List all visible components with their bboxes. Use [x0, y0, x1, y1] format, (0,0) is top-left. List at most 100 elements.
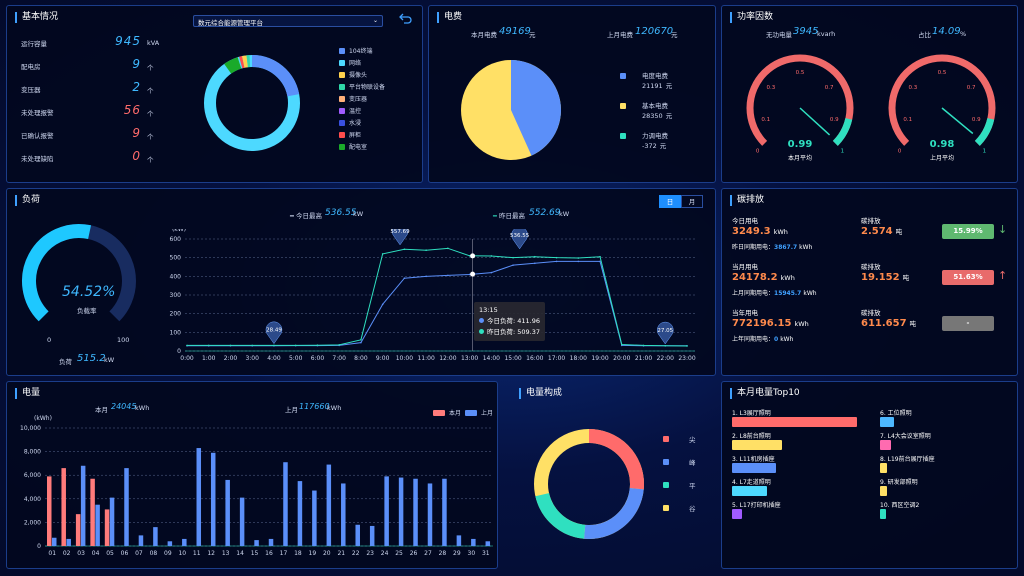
load-point — [447, 274, 449, 277]
top10-item-bar — [732, 463, 776, 473]
comp-legend-swatch — [663, 459, 669, 465]
comp-legend-swatch — [663, 482, 669, 488]
tab-day[interactable]: 日 — [659, 195, 681, 208]
energy-x-tick: 25 — [395, 550, 403, 557]
energy-bar — [341, 483, 346, 546]
top10-item-label: 1. L3展厅照明 — [732, 410, 771, 417]
trend-arrow-icon: ↑ — [998, 269, 1008, 282]
load-point — [316, 344, 319, 347]
today-max-unit: kW — [353, 210, 364, 218]
top10-item-label: 10. 西区空调2 — [880, 502, 920, 509]
carbon-emission-label: 碳排放 — [861, 309, 881, 317]
today-max-label: ━ 今日最高 — [290, 212, 322, 220]
energy-bar — [442, 478, 447, 546]
top10-item-label: 7. L4大会议室照明 — [880, 433, 931, 440]
carbon-change-badge: 15.99% — [942, 224, 994, 239]
load-point — [577, 257, 580, 259]
energy-y-tick: 0 — [37, 543, 41, 550]
top10-item-label: 5. L17打印机插座 — [732, 502, 781, 509]
energy-bar — [485, 541, 491, 546]
load-x-tick: 15:00 — [504, 355, 521, 362]
load-pin: 557.69 — [390, 229, 410, 246]
energy-x-tick: 22 — [352, 550, 360, 557]
carbon-usage-value: 3249.3 kWh — [732, 226, 788, 237]
energy-x-tick: 06 — [121, 550, 129, 557]
carbon-usage-label: 当月用电 — [732, 263, 758, 271]
carbon-usage-label: 当年用电 — [732, 309, 758, 317]
ratio-value: 14.09 — [932, 26, 961, 37]
energy-x-tick: 28 — [439, 550, 447, 557]
load-gauge-fill — [22, 224, 92, 322]
top10-item-bar — [732, 417, 857, 427]
top10-title: 本月电量Top10 — [730, 388, 800, 399]
energy-y-tick: 6,000 — [24, 472, 41, 479]
energy-x-tick: 23 — [366, 550, 374, 557]
load-tooltip: 13:15 今日负荷: 411.96 昨日负荷: 509.37 — [474, 302, 545, 341]
pf-tick-label: 0.7 — [825, 85, 834, 91]
load-line-chart: (kW) 0 100 200 300 400 500 600 0:00 1:00 2:00 3:00 4… — [170, 229, 696, 362]
stat-value: 0 — [132, 149, 141, 163]
energy-x-tick: 24 — [381, 550, 389, 557]
load-x-tick: 0:00 — [180, 355, 194, 362]
tab-month[interactable]: 月 — [681, 195, 703, 208]
stat-value: 2 — [132, 80, 141, 94]
top10-item-bar — [880, 417, 895, 427]
carbon-usage-label: 今日用电 — [732, 217, 758, 225]
energy-x-tick: 21 — [337, 550, 345, 557]
legend-item: 摄像头 — [339, 70, 367, 79]
energy-bar — [182, 538, 187, 546]
load-x-tick: 9:00 — [376, 355, 390, 362]
energy-bar — [369, 525, 375, 546]
energy-bar — [427, 483, 433, 546]
comp-legend-label: 尖 — [689, 436, 696, 444]
load-x-tick: 23:00 — [678, 355, 695, 362]
comp-panel: 电量构成 尖峰平谷 — [510, 381, 716, 569]
load-y-tick: 600 — [170, 236, 182, 243]
legend-swatch — [339, 72, 345, 78]
energy-x-tick: 19 — [309, 550, 317, 557]
top10-item-bar — [880, 440, 891, 450]
pf-title: 功率因数 — [730, 12, 773, 23]
comp-legend-swatch — [663, 436, 669, 442]
fee-item-name: 基本电费 — [642, 102, 668, 110]
load-x-tick: 21:00 — [635, 355, 652, 362]
load-pin: 536.55 — [510, 229, 530, 250]
load-x-tick: 22:00 — [657, 355, 674, 362]
pf-tick-label: 1 — [841, 148, 845, 154]
load-pin-label: 557.69 — [390, 229, 410, 235]
basic-panel: 基本情况 数元综合能源管理平台 ⌄ 运行容量 945 kVA 配电房 9 个变压器 2 个未处理… — [6, 5, 423, 183]
stat-unit: 个 — [147, 133, 154, 141]
reactive-label: 无功电量 — [766, 31, 792, 39]
back-icon[interactable] — [398, 13, 412, 25]
stat-label: 变压器 — [21, 86, 41, 94]
load-point — [555, 260, 558, 263]
top10-item-bar — [732, 509, 742, 519]
energy-y-tick: 8,000 — [24, 449, 41, 456]
carbon-emission-label: 碳排放 — [861, 263, 881, 271]
energy-x-tick: 10 — [178, 550, 186, 557]
ratio-unit: % — [960, 30, 967, 38]
load-bottom-label: 负荷 — [59, 358, 72, 366]
carbon-panel: 碳排放 今日用电 3249.3 kWh 昨日同期用电：3867.7 kWh 碳排放 2.57… — [721, 188, 1018, 376]
energy-x-tick: 11 — [193, 550, 201, 557]
legend-label: 网络 — [349, 60, 362, 67]
legend-item: 104终端 — [339, 46, 372, 55]
load-x-tick: 18:00 — [570, 355, 587, 362]
carbon-emission-value: 2.574 吨 — [861, 226, 903, 237]
load-pin-label: 536.55 — [510, 233, 530, 239]
load-point — [620, 343, 623, 346]
carbon-compare: 上月同期用电：15945.7 kWh — [732, 290, 817, 297]
legend-swatch — [339, 108, 345, 114]
legend-swatch — [339, 60, 345, 66]
legend-item: 屏柜 — [339, 130, 361, 139]
load-x-tick: 13:00 — [461, 355, 478, 362]
energy-bar — [80, 465, 86, 546]
stat-unit: 个 — [147, 64, 154, 72]
load-y-tick: 0 — [177, 348, 181, 355]
platform-select[interactable]: 数元综合能源管理平台 ⌄ — [193, 15, 383, 27]
tooltip-time: 13:15 — [479, 306, 498, 314]
energy-x-tick: 02 — [63, 550, 71, 557]
top10-item-bar — [732, 440, 782, 450]
crosshair-point-today — [470, 271, 476, 277]
comp-legend-label: 平 — [689, 482, 696, 490]
